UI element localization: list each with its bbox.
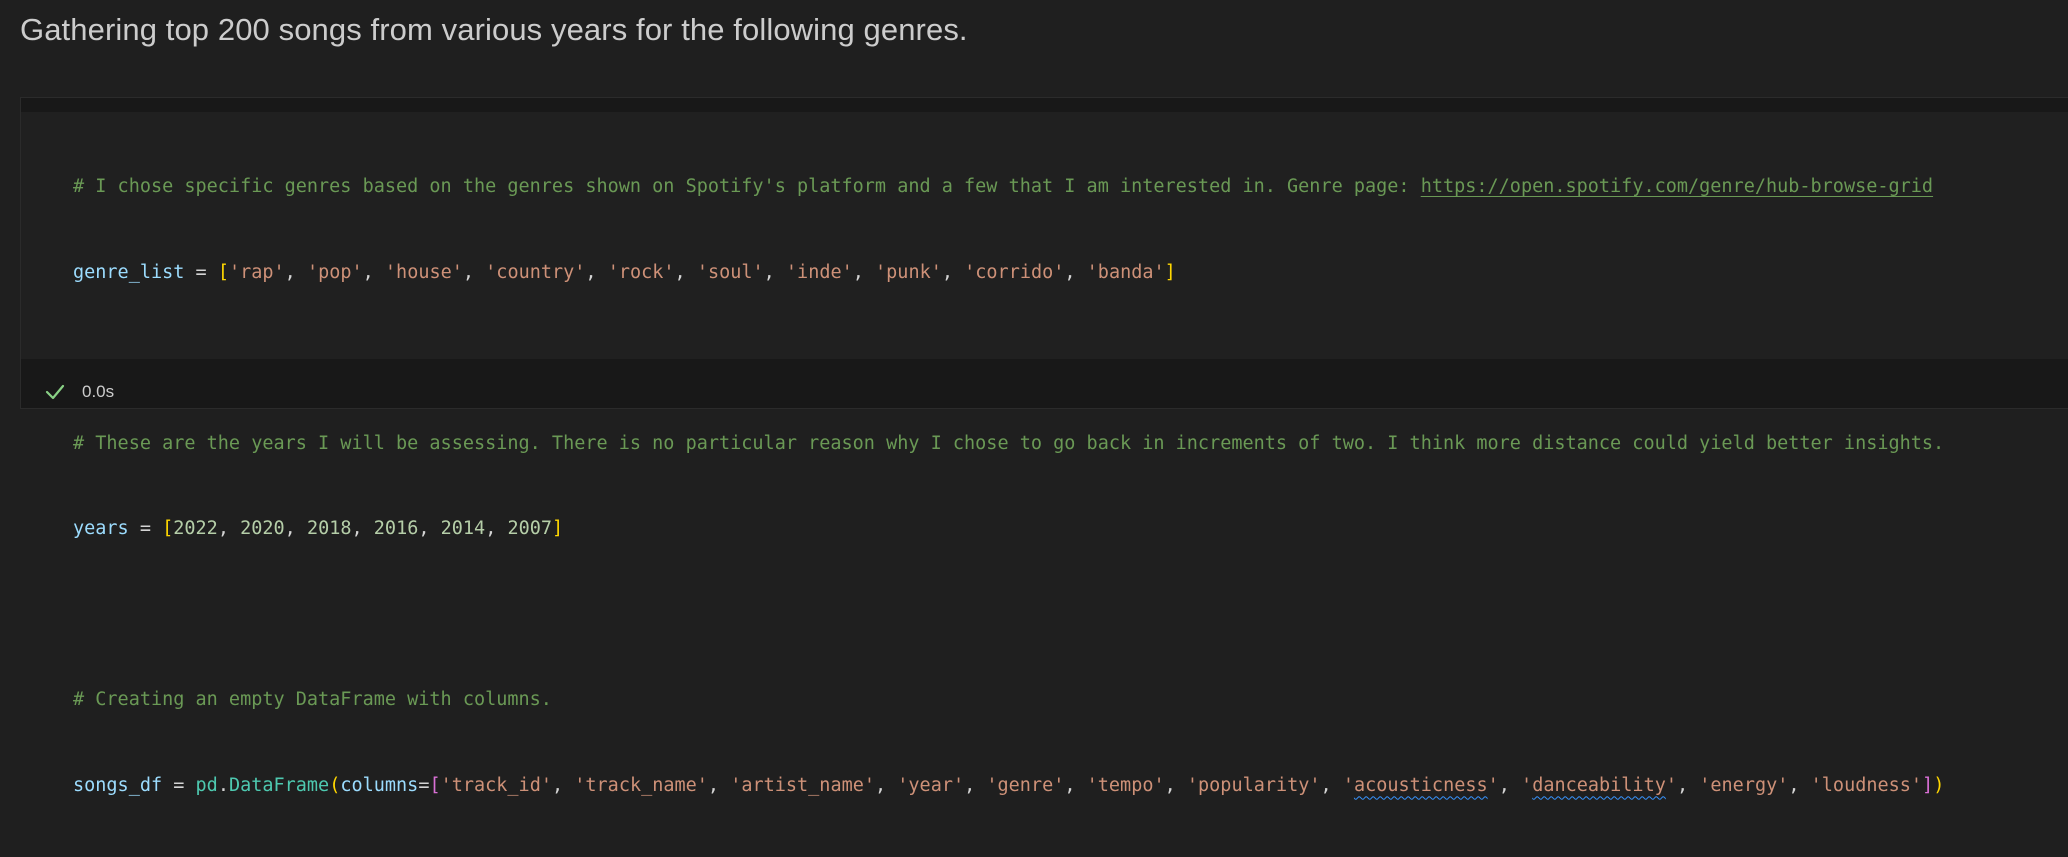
songs-df-var: songs_df xyxy=(73,774,163,796)
years-var: years xyxy=(73,518,129,539)
genre-string: 'rap' xyxy=(228,261,285,283)
column-string: 'popularity' xyxy=(1186,774,1321,796)
column-string: 'artist_name' xyxy=(730,774,875,796)
genre-string: 'pop' xyxy=(306,261,363,283)
dataframe-class: DataFrame xyxy=(228,774,330,796)
genre-list-items: 'rap', 'pop', 'house', 'country', 'rock'… xyxy=(228,261,1165,283)
comment-genres: # I chose specific genres based on the g… xyxy=(73,176,1421,197)
genre-string: 'inde' xyxy=(785,261,853,283)
column-list-items: 'track_id', 'track_name', 'artist_name',… xyxy=(440,774,1923,796)
execution-time: 0.0s xyxy=(82,382,115,401)
column-string: 'track_id' xyxy=(440,774,552,796)
code-line-8: songs_df = pd.DataFrame(columns=['track_… xyxy=(73,774,1945,796)
code-line-7: # Creating an empty DataFrame with colum… xyxy=(73,686,1944,715)
column-string: 'track_name' xyxy=(574,774,708,796)
genre-page-link[interactable]: https://open.spotify.com/genre/hub-brows… xyxy=(1421,176,1933,197)
genre-string: 'rock' xyxy=(607,261,675,283)
genre-string: 'banda' xyxy=(1086,261,1165,283)
year-number: 2018 xyxy=(306,518,352,539)
genre-string: 'soul' xyxy=(696,261,764,283)
code-content[interactable]: # I chose specific genres based on the g… xyxy=(73,116,1944,857)
column-string: 'tempo' xyxy=(1086,774,1165,796)
code-line-5: years = [2022, 2020, 2018, 2016, 2014, 2… xyxy=(73,518,564,539)
genre-string: 'corrido' xyxy=(964,261,1065,283)
year-number: 2016 xyxy=(373,518,419,539)
column-string: 'year' xyxy=(897,774,965,796)
markdown-heading: Gathering top 200 songs from various yea… xyxy=(20,12,968,47)
years-items: 2022, 2020, 2018, 2016, 2014, 2007 xyxy=(173,518,553,539)
pd-module: pd xyxy=(195,774,218,796)
comment-years: # These are the years I will be assessin… xyxy=(73,432,1945,454)
year-number: 2007 xyxy=(507,518,553,539)
column-string: 'energy' xyxy=(1699,774,1789,796)
check-icon xyxy=(45,384,65,400)
year-number: 2020 xyxy=(240,518,285,539)
code-cell[interactable]: # I chose specific genres based on the g… xyxy=(20,97,2068,796)
columns-kwarg: columns xyxy=(340,774,419,796)
column-string: 'loudness' xyxy=(1810,774,1923,796)
genre-string: 'house' xyxy=(384,261,463,283)
code-editor[interactable]: # I chose specific genres based on the g… xyxy=(21,112,2068,796)
code-line-1: # I chose specific genres based on the g… xyxy=(73,173,1944,202)
column-string: 'acousticness' xyxy=(1342,774,1499,796)
year-number: 2022 xyxy=(173,518,218,539)
comment-dataframe: # Creating an empty DataFrame with colum… xyxy=(73,689,552,710)
year-number: 2014 xyxy=(440,518,486,539)
code-line-4: # These are the years I will be assessin… xyxy=(73,430,1944,459)
code-line-2: genre_list = ['rap', 'pop', 'house', 'co… xyxy=(73,261,1176,283)
genre-string: 'country' xyxy=(485,261,586,283)
genre-list-var: genre_list xyxy=(73,261,185,283)
genre-string: 'punk' xyxy=(875,261,942,283)
column-string: 'danceability' xyxy=(1521,774,1677,796)
column-string: 'genre' xyxy=(986,774,1065,796)
